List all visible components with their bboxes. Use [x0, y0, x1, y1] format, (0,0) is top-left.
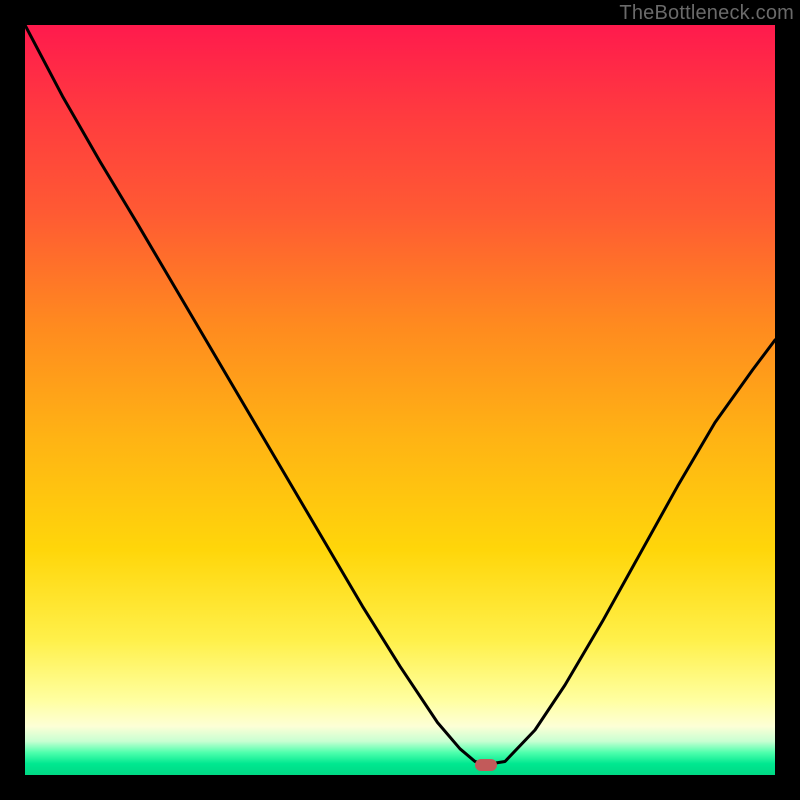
plot-area — [25, 25, 775, 775]
optimal-marker — [475, 759, 497, 771]
bottleneck-curve — [25, 25, 775, 775]
chart-frame: TheBottleneck.com — [0, 0, 800, 800]
watermark-label: TheBottleneck.com — [619, 2, 794, 25]
